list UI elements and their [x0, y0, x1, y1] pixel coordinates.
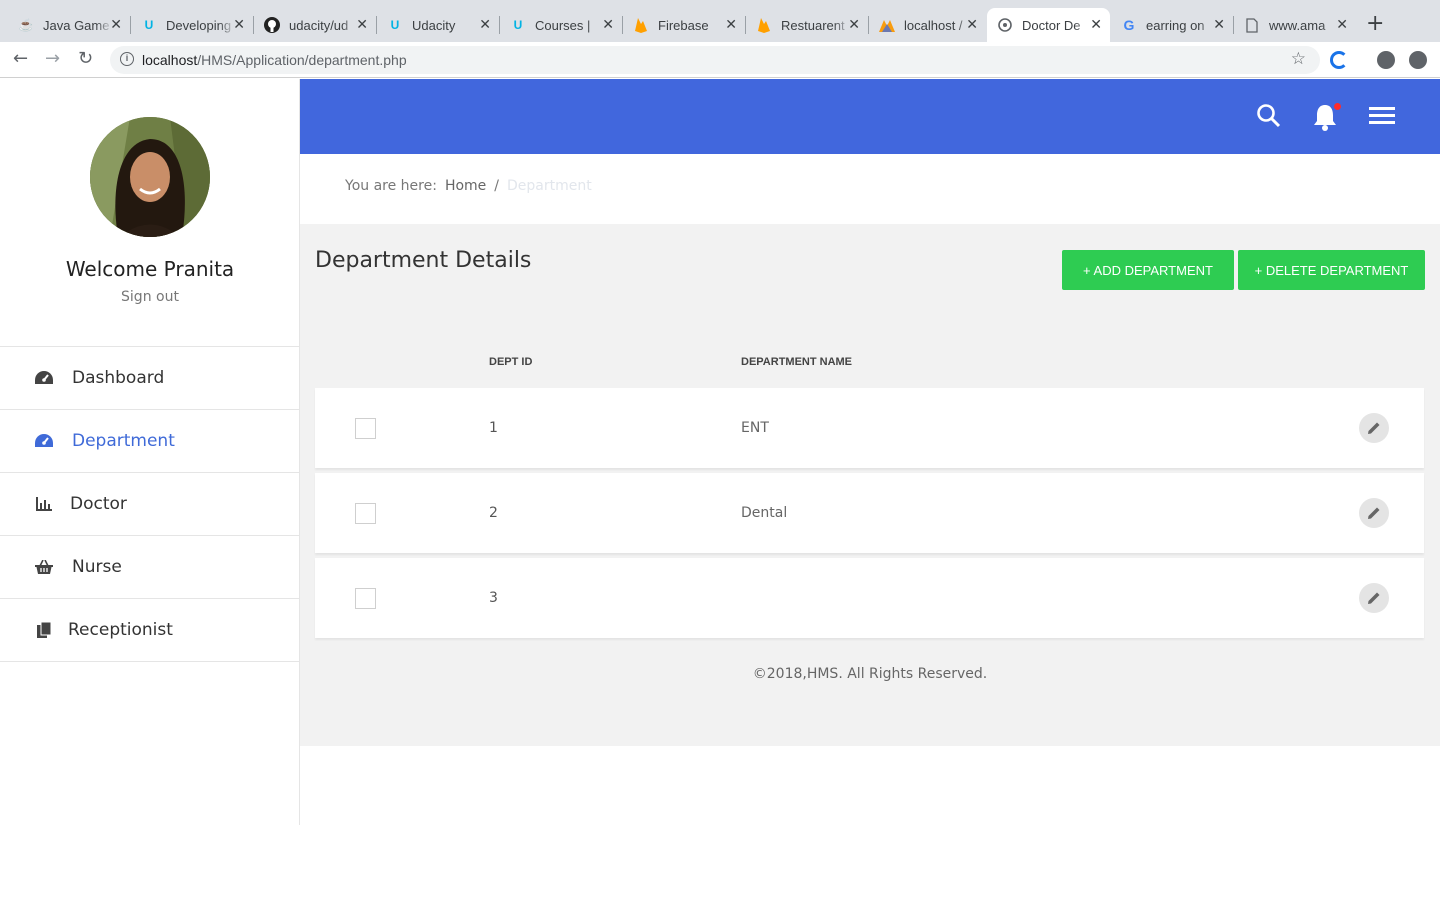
- url-text[interactable]: localhost/HMS/Application/department.php: [142, 52, 407, 68]
- udacity-icon: U: [144, 18, 154, 32]
- dashboard-icon: [34, 368, 54, 388]
- close-tab-icon[interactable]: ✕: [1090, 16, 1102, 33]
- new-tab-button[interactable]: +: [1366, 13, 1384, 35]
- breadcrumb-current: Department: [507, 178, 592, 194]
- basket-icon: [34, 557, 54, 577]
- edit-pencil-icon[interactable]: [1359, 498, 1389, 528]
- back-arrow-icon[interactable]: ←: [13, 50, 28, 68]
- sidebar: Welcome Pranita Sign out Dashboard Depar…: [0, 79, 300, 825]
- globe-icon: [997, 17, 1013, 33]
- files-icon: [34, 620, 54, 640]
- breadcrumb-bar: You are here: Home / Department: [300, 154, 1440, 224]
- dept-name-cell: Dental: [741, 505, 788, 521]
- column-header-department-name: DEPARTMENT NAME: [741, 356, 853, 368]
- sidebar-item-nurse[interactable]: Nurse: [0, 536, 299, 599]
- breadcrumb-home-link[interactable]: Home: [445, 178, 486, 194]
- bookmark-star-icon[interactable]: ☆: [1291, 49, 1306, 69]
- browser-tab-active[interactable]: Doctor De ✕: [987, 8, 1110, 42]
- reload-icon[interactable]: ↻: [78, 50, 93, 68]
- column-header-dept-id: DEPT ID: [489, 356, 533, 368]
- close-tab-icon[interactable]: ✕: [110, 16, 122, 33]
- notification-dot: [1334, 103, 1341, 110]
- sidebar-item-department[interactable]: Department: [0, 410, 299, 473]
- table-row: 2 Dental: [315, 473, 1424, 553]
- footer-copyright: ©2018,HMS. All Rights Reserved.: [752, 666, 988, 682]
- browser-tab[interactable]: U Courses | ✕: [500, 8, 623, 42]
- sidebar-menu: Dashboard Department Doctor Nurse Recept…: [0, 346, 299, 662]
- java-icon: ☕: [18, 18, 34, 32]
- browser-tab[interactable]: U Udacity ✕: [377, 8, 500, 42]
- main-content: Department Details + ADD DEPARTMENT + DE…: [300, 224, 1440, 746]
- address-bar[interactable]: i localhost/HMS/Application/department.p…: [110, 46, 1320, 74]
- hamburger-menu-icon[interactable]: [1368, 103, 1396, 131]
- table-row: 1 ENT: [315, 388, 1424, 468]
- row-checkbox[interactable]: [355, 503, 376, 524]
- firebase-icon: [633, 17, 649, 33]
- firebase-icon: [756, 17, 772, 33]
- browser-tab[interactable]: Restuarent ✕: [746, 8, 869, 42]
- browser-tab[interactable]: udacity/ud ✕: [254, 8, 377, 42]
- page-title: Department Details: [315, 248, 532, 273]
- table-row: 3: [315, 558, 1424, 638]
- google-icon: G: [1123, 17, 1135, 33]
- phpmyadmin-icon: [879, 17, 895, 33]
- browser-tab[interactable]: ☕ Java Game ✕: [8, 8, 131, 42]
- browser-tab[interactable]: Firebase ✕: [623, 8, 746, 42]
- edit-pencil-icon[interactable]: [1359, 583, 1389, 613]
- account-icon[interactable]: [1377, 51, 1395, 69]
- close-tab-icon[interactable]: ✕: [725, 16, 737, 33]
- sidebar-item-doctor[interactable]: Doctor: [0, 473, 299, 536]
- close-tab-icon[interactable]: ✕: [966, 16, 978, 33]
- avatar: [90, 117, 210, 237]
- close-tab-icon[interactable]: ✕: [1336, 16, 1348, 33]
- delete-department-button[interactable]: + DELETE DEPARTMENT: [1238, 250, 1425, 290]
- dept-name-cell: ENT: [741, 420, 769, 436]
- browser-tab[interactable]: G earring on ✕: [1111, 8, 1234, 42]
- close-tab-icon[interactable]: ✕: [356, 16, 368, 33]
- edit-pencil-icon[interactable]: [1359, 413, 1389, 443]
- browser-tab[interactable]: U Developing ✕: [131, 8, 254, 42]
- close-tab-icon[interactable]: ✕: [1213, 16, 1225, 33]
- sidebar-item-dashboard[interactable]: Dashboard: [0, 347, 299, 410]
- dashboard-icon: [34, 431, 54, 451]
- dept-id-cell: 1: [489, 420, 498, 436]
- dept-id-cell: 3: [489, 590, 498, 606]
- update-icon[interactable]: [1409, 51, 1427, 69]
- sync-extension-icon[interactable]: [1330, 51, 1348, 69]
- close-tab-icon[interactable]: ✕: [848, 16, 860, 33]
- bar-chart-icon: [34, 494, 54, 514]
- add-department-button[interactable]: + ADD DEPARTMENT: [1062, 250, 1234, 290]
- document-icon: [1244, 17, 1260, 33]
- close-tab-icon[interactable]: ✕: [602, 16, 614, 33]
- udacity-icon: U: [390, 18, 400, 32]
- row-checkbox[interactable]: [355, 418, 376, 439]
- browser-tab-strip: ☕ Java Game ✕ U Developing ✕ udacity/ud …: [0, 0, 1440, 42]
- browser-tab[interactable]: localhost / ✕: [869, 8, 986, 42]
- search-icon[interactable]: [1256, 103, 1284, 131]
- github-icon: [264, 17, 280, 33]
- forward-arrow-icon[interactable]: →: [45, 50, 60, 68]
- dept-id-cell: 2: [489, 505, 498, 521]
- close-tab-icon[interactable]: ✕: [233, 16, 245, 33]
- row-checkbox[interactable]: [355, 588, 376, 609]
- welcome-text: Welcome Pranita: [65, 257, 235, 281]
- signout-link[interactable]: Sign out: [0, 289, 300, 305]
- browser-tab[interactable]: www.ama ✕: [1234, 8, 1356, 42]
- top-navbar: [300, 79, 1440, 154]
- close-tab-icon[interactable]: ✕: [479, 16, 491, 33]
- udacity-icon: U: [513, 18, 523, 32]
- sidebar-item-receptionist[interactable]: Receptionist: [0, 599, 299, 662]
- info-icon[interactable]: i: [120, 52, 134, 66]
- breadcrumb: You are here: Home / Department: [345, 178, 592, 194]
- browser-toolbar: ← → ↻ i localhost/HMS/Application/depart…: [0, 42, 1440, 78]
